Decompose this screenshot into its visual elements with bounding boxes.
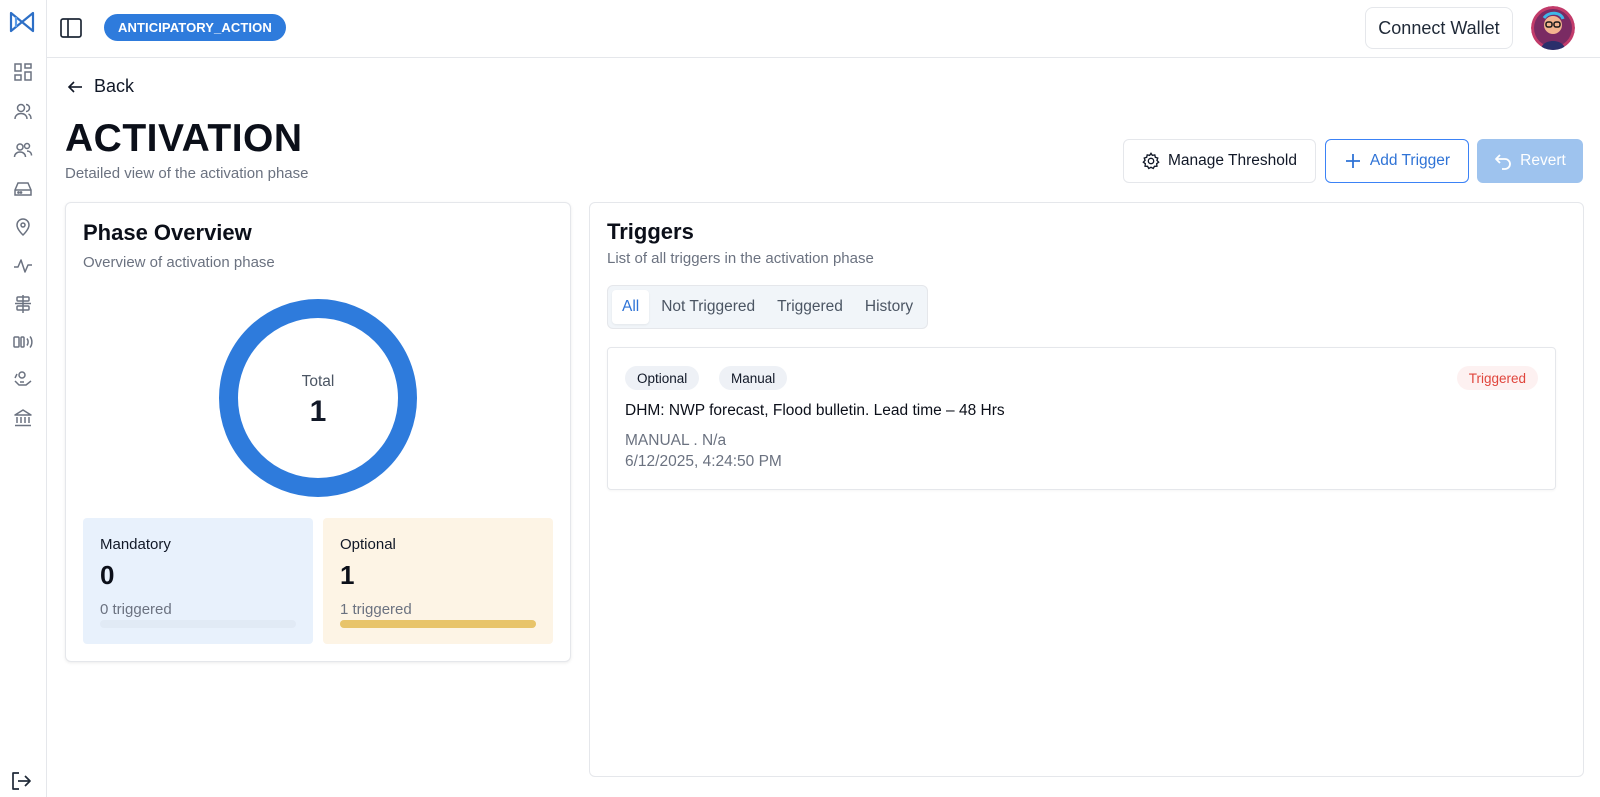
activity-icon[interactable]: [12, 255, 34, 277]
mandatory-progress-bar: [100, 620, 296, 628]
trigger-title: DHM: NWP forecast, Flood bulletin. Lead …: [625, 402, 1005, 419]
donut-total-value: 1: [309, 395, 327, 428]
arrow-left-icon: [67, 80, 82, 93]
tag-manual: Manual: [719, 366, 788, 390]
mandatory-stat: Mandatory 0 0 triggered: [83, 518, 313, 644]
tab-all[interactable]: All: [612, 290, 650, 324]
triggers-title: Triggers: [607, 219, 694, 244]
tab-history[interactable]: History: [855, 290, 923, 324]
status-badge: Triggered: [1456, 366, 1538, 390]
page-title: ACTIVATION: [65, 117, 303, 160]
triggers-card: Triggers List of all triggers in the act…: [589, 202, 1584, 777]
manage-threshold-label: Manage Threshold: [1168, 152, 1297, 169]
tag-optional: Optional: [625, 366, 700, 390]
total-donut-chart: Total 1: [218, 298, 418, 498]
sidebar: [0, 0, 47, 797]
logout-icon[interactable]: [10, 770, 32, 792]
bank-icon[interactable]: [12, 407, 34, 429]
manage-threshold-button[interactable]: Manage Threshold: [1123, 139, 1316, 183]
plus-icon: [1345, 154, 1360, 168]
location-icon[interactable]: [12, 216, 34, 238]
trigger-tabs: All Not Triggered Triggered History: [607, 285, 929, 329]
phase-overview-title: Phase Overview: [83, 220, 252, 245]
phase-overview-subtitle: Overview of activation phase: [83, 254, 275, 271]
triggers-subtitle: List of all triggers in the activation p…: [607, 250, 874, 267]
add-trigger-button[interactable]: Add Trigger: [1325, 139, 1469, 183]
phase-overview-card: Phase Overview Overview of activation ph…: [65, 202, 571, 662]
undo-icon: [1495, 154, 1511, 170]
app-logo[interactable]: [9, 10, 35, 34]
add-trigger-label: Add Trigger: [1369, 152, 1451, 169]
mandatory-triggered-text: 0 triggered: [100, 601, 172, 618]
trigger-timestamp: 6/12/2025, 4:24:50 PM: [625, 453, 782, 470]
optional-triggered-text: 1 triggered: [340, 601, 412, 618]
inbox-icon[interactable]: [12, 178, 34, 200]
mandatory-value: 0: [100, 560, 115, 590]
align-center-icon[interactable]: [12, 293, 34, 315]
gear-icon: [1142, 152, 1160, 170]
broadcast-icon[interactable]: [12, 331, 34, 353]
dashboard-icon[interactable]: [12, 61, 34, 83]
revert-label: Revert: [1520, 152, 1566, 169]
tab-triggered[interactable]: Triggered: [767, 290, 853, 324]
back-label: Back: [94, 76, 135, 96]
beneficiary-icon[interactable]: [12, 100, 34, 122]
trigger-list-item[interactable]: Optional Manual Triggered DHM: NWP forec…: [607, 347, 1556, 490]
sidebar-toggle-icon[interactable]: [59, 16, 83, 40]
tab-not-triggered[interactable]: Not Triggered: [651, 290, 765, 324]
mandatory-label: Mandatory: [100, 536, 171, 553]
trigger-meta: MANUAL . N/a: [625, 432, 727, 449]
top-header: ANTICIPATORY_ACTION Connect Wallet: [47, 0, 1600, 58]
helping-hand-icon[interactable]: [12, 369, 34, 391]
revert-button[interactable]: Revert: [1477, 139, 1583, 183]
optional-progress-bar: [340, 620, 536, 628]
donut-total-label: Total: [301, 373, 335, 390]
optional-progress-fill: [340, 620, 536, 628]
project-badge: ANTICIPATORY_ACTION: [104, 14, 286, 41]
back-button[interactable]: Back: [66, 76, 134, 97]
avatar[interactable]: [1531, 6, 1575, 50]
optional-value: 1: [340, 560, 355, 590]
page-subtitle: Detailed view of the activation phase: [65, 165, 309, 182]
users-icon[interactable]: [12, 139, 34, 161]
optional-label: Optional: [340, 536, 396, 553]
optional-stat: Optional 1 1 triggered: [323, 518, 553, 644]
connect-wallet-button[interactable]: Connect Wallet: [1365, 7, 1513, 49]
